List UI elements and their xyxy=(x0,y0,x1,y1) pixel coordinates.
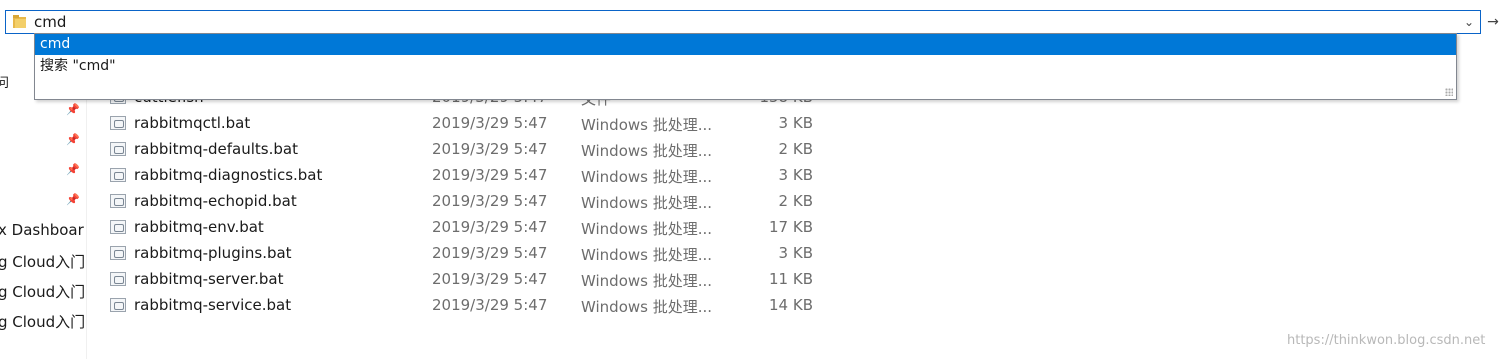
file-type: Windows 批处理... xyxy=(581,298,713,316)
file-name: rabbitmq-defaults.bat xyxy=(134,140,298,158)
file-row[interactable]: rabbitmq-echopid.bat 2019/3/29 5:47 Wind… xyxy=(110,188,830,214)
file-size: 17 KB xyxy=(769,218,813,236)
file-type: Windows 批处理... xyxy=(581,116,713,134)
batch-file-icon xyxy=(110,220,126,234)
batch-file-icon xyxy=(110,246,126,260)
address-bar[interactable]: cmd ⌄ xyxy=(5,10,1481,34)
file-name: rabbitmq-echopid.bat xyxy=(134,192,297,210)
file-date: 2019/3/29 5:47 xyxy=(432,140,548,158)
search-suggestion-item[interactable]: 搜索 "cmd" xyxy=(35,56,1456,77)
batch-file-icon xyxy=(110,168,126,182)
file-type: Windows 批处理... xyxy=(581,272,713,290)
file-date: 2019/3/29 5:47 xyxy=(432,244,548,262)
file-name: rabbitmq-env.bat xyxy=(134,218,264,236)
autocomplete-dropdown: cmd 搜索 "cmd" xyxy=(34,33,1457,100)
file-row[interactable]: rabbitmq-plugins.bat 2019/3/29 5:47 Wind… xyxy=(110,240,830,266)
nav-item-cloud[interactable]: g Cloud入门- xyxy=(0,251,84,272)
file-size: 11 KB xyxy=(769,270,813,288)
nav-item-cloud[interactable]: g Cloud入门- xyxy=(0,311,84,332)
file-row[interactable]: rabbitmq-diagnostics.bat 2019/3/29 5:47 … xyxy=(110,162,830,188)
suggestion-item[interactable]: cmd xyxy=(35,34,1456,55)
file-size: 14 KB xyxy=(769,296,813,314)
file-row[interactable]: rabbitmq-server.bat 2019/3/29 5:47 Windo… xyxy=(110,266,830,292)
nav-item-cloud[interactable]: g Cloud入门- xyxy=(0,281,84,302)
pin-icon[interactable]: 📌 xyxy=(66,103,80,117)
go-arrow-icon[interactable]: → xyxy=(1484,11,1502,33)
file-row[interactable]: rabbitmq-service.bat 2019/3/29 5:47 Wind… xyxy=(110,292,830,318)
file-name: rabbitmq-server.bat xyxy=(134,270,284,288)
folder-icon xyxy=(13,15,26,28)
batch-file-icon xyxy=(110,298,126,312)
file-date: 2019/3/29 5:47 xyxy=(432,296,548,314)
file-row[interactable]: rabbitmq-env.bat 2019/3/29 5:47 Windows … xyxy=(110,214,830,240)
file-date: 2019/3/29 5:47 xyxy=(432,270,548,288)
file-name: rabbitmqctl.bat xyxy=(134,114,251,132)
file-type: Windows 批处理... xyxy=(581,220,713,238)
pin-icon[interactable]: 📌 xyxy=(66,163,80,177)
file-date: 2019/3/29 5:47 xyxy=(432,166,548,184)
file-size: 3 KB xyxy=(778,114,813,132)
file-size: 3 KB xyxy=(778,166,813,184)
file-date: 2019/3/29 5:47 xyxy=(432,218,548,236)
file-row[interactable]: rabbitmq-defaults.bat 2019/3/29 5:47 Win… xyxy=(110,136,830,162)
pin-icon[interactable]: 📌 xyxy=(66,193,80,207)
file-name: rabbitmq-service.bat xyxy=(134,296,292,314)
batch-file-icon xyxy=(110,272,126,286)
file-type: Windows 批处理... xyxy=(581,142,713,160)
address-input[interactable]: cmd xyxy=(34,13,66,31)
batch-file-icon xyxy=(110,142,126,156)
file-row[interactable]: rabbitmqctl.bat 2019/3/29 5:47 Windows 批… xyxy=(110,110,830,136)
chevron-down-icon[interactable]: ⌄ xyxy=(1462,13,1476,31)
resize-grip-icon[interactable] xyxy=(1445,88,1453,96)
file-type: Windows 批处理... xyxy=(581,168,713,186)
file-name: rabbitmq-diagnostics.bat xyxy=(134,166,323,184)
batch-file-icon xyxy=(110,194,126,208)
file-name: rabbitmq-plugins.bat xyxy=(134,244,292,262)
file-date: 2019/3/29 5:47 xyxy=(432,192,548,210)
nav-item-dashboard[interactable]: x Dashboard xyxy=(0,221,84,239)
watermark: https://thinkwon.blog.csdn.net xyxy=(1287,333,1486,348)
pin-icon[interactable]: 📌 xyxy=(66,133,80,147)
file-date: 2019/3/29 5:47 xyxy=(432,114,548,132)
file-size: 2 KB xyxy=(778,140,813,158)
file-size: 3 KB xyxy=(778,244,813,262)
file-size: 2 KB xyxy=(778,192,813,210)
batch-file-icon xyxy=(110,116,126,130)
file-type: Windows 批处理... xyxy=(581,246,713,264)
file-type: Windows 批处理... xyxy=(581,194,713,212)
